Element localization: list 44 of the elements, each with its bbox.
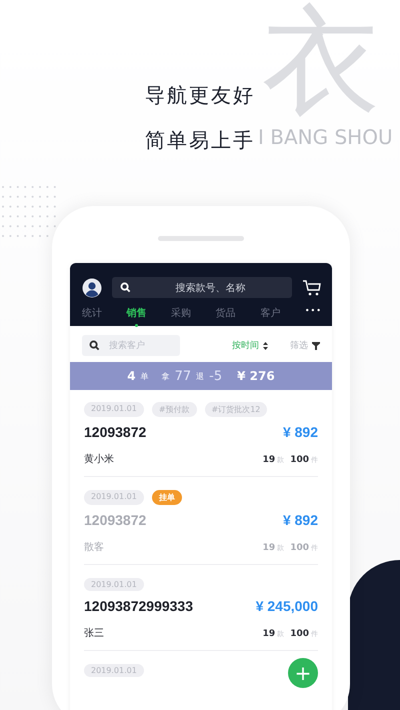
piece-count: 100 bbox=[290, 455, 309, 465]
search-field[interactable]: 搜索款号、名称 bbox=[112, 277, 292, 298]
customer-name: 张三 bbox=[84, 626, 104, 640]
more-button[interactable]: ••• bbox=[304, 306, 322, 315]
style-count: 19 bbox=[262, 455, 276, 465]
nav-tab[interactable]: 销售 bbox=[126, 306, 147, 327]
search-icon bbox=[89, 340, 100, 351]
headline: 简单易上手 bbox=[145, 127, 255, 154]
order-amount: ¥ 892 bbox=[282, 424, 318, 440]
order-tag: #预付款 bbox=[152, 402, 197, 417]
date-tag: 2019.01.01 bbox=[84, 402, 144, 417]
customer-name: 黄小米 bbox=[84, 452, 114, 466]
nav-tab[interactable]: 客户 bbox=[260, 306, 280, 327]
nav-tab[interactable]: 货品 bbox=[216, 306, 236, 327]
summary-bar: 4 单 拿 77 退 -5 ¥ 276 bbox=[70, 362, 332, 390]
piece-count: 100 bbox=[290, 543, 309, 553]
date-tag: 2019.01.01 bbox=[84, 490, 144, 505]
customer-name: 散客 bbox=[84, 540, 104, 554]
style-count: 19 bbox=[262, 629, 276, 639]
date-tag: 2019.01.01 bbox=[84, 578, 144, 591]
nav-tab[interactable]: 采购 bbox=[171, 306, 192, 327]
order-amount: ¥ 245,000 bbox=[256, 598, 318, 614]
sort-icon bbox=[263, 342, 268, 350]
cart-icon[interactable] bbox=[302, 278, 322, 296]
sort-button[interactable]: 按时间 bbox=[232, 339, 268, 352]
add-button[interactable]: + bbox=[288, 658, 318, 688]
filter-icon bbox=[312, 342, 320, 350]
filter-button[interactable]: 筛选 bbox=[290, 339, 320, 352]
search-icon bbox=[120, 282, 131, 293]
order-tag: #订货批次12 bbox=[204, 402, 268, 417]
date-tag: 2019.01.01 bbox=[84, 664, 144, 677]
backdrop-letters: I BANG SHOU bbox=[258, 126, 393, 148]
style-count: 19 bbox=[262, 543, 276, 553]
avatar-icon[interactable] bbox=[82, 278, 102, 298]
headline: 导航更友好 bbox=[145, 82, 255, 109]
order-amount: ¥ 892 bbox=[282, 512, 318, 528]
order-row[interactable]: 2019.01.01 + bbox=[84, 660, 318, 687]
dot-pattern-drawing bbox=[0, 184, 58, 240]
piece-count: 100 bbox=[290, 629, 309, 639]
order-number: 12093872 bbox=[84, 512, 146, 528]
nav-tab[interactable]: 统计 bbox=[82, 306, 102, 327]
order-tag: 挂单 bbox=[152, 490, 182, 505]
order-number: 12093872999333 bbox=[84, 598, 194, 614]
order-number: 12093872 bbox=[84, 424, 146, 440]
